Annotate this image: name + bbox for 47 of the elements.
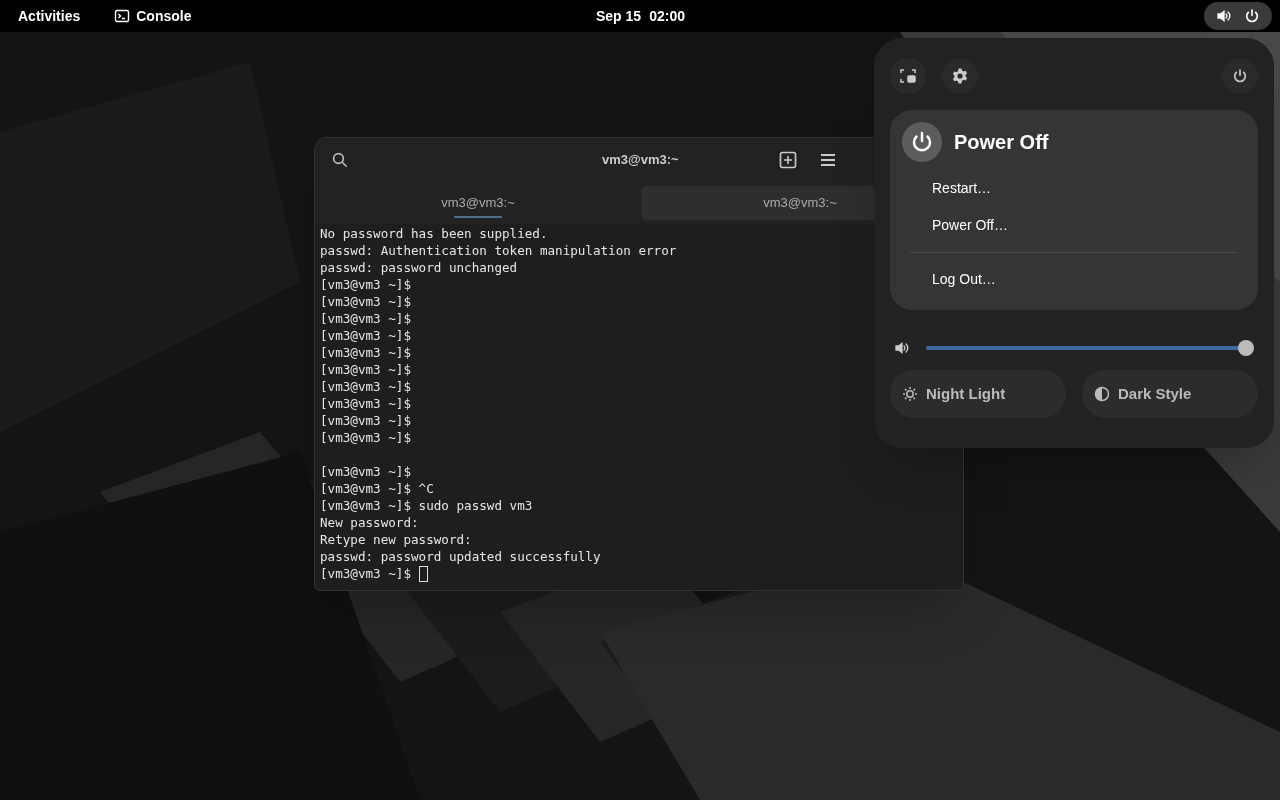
window-title: vm3@vm3:~ xyxy=(602,151,679,170)
terminal-line: [vm3@vm3 ~]$ xyxy=(320,379,411,394)
terminal-line: [vm3@vm3 ~]$ xyxy=(320,345,411,360)
activities-button[interactable]: Activities xyxy=(8,1,91,31)
terminal-line: Retype new password: xyxy=(320,532,472,547)
terminal-tab[interactable]: vm3@vm3:~ xyxy=(319,186,637,220)
volume-slider[interactable] xyxy=(926,340,1254,356)
app-menu-button[interactable]: Console xyxy=(110,1,196,31)
volume-icon xyxy=(894,340,910,356)
terminal-line: passwd: Authentication token manipulation error xyxy=(320,243,677,258)
quick-toggle[interactable]: Night Light xyxy=(890,370,1066,418)
terminal-icon xyxy=(114,8,131,24)
terminal-line: [vm3@vm3 ~]$ xyxy=(320,277,411,292)
terminal-line: passwd: password unchanged xyxy=(320,260,518,275)
terminal-line: [vm3@vm3 ~]$ xyxy=(320,565,411,582)
screenshot-icon xyxy=(900,68,916,84)
volume-icon xyxy=(1216,8,1232,24)
terminal-line: New password: xyxy=(320,515,419,530)
terminal-line: passwd: password updated successfully xyxy=(320,549,601,564)
terminal-line: [vm3@vm3 ~]$ xyxy=(320,464,411,479)
new-tab-icon[interactable] xyxy=(779,151,797,169)
power-icon xyxy=(1232,68,1248,84)
search-icon[interactable] xyxy=(331,151,349,169)
sun-icon xyxy=(902,386,918,402)
terminal-line: [vm3@vm3 ~]$ xyxy=(320,294,411,309)
terminal-line: No password has been supplied. xyxy=(320,226,548,241)
power-menu-item[interactable]: Log Out… xyxy=(902,261,1246,298)
contrast-icon xyxy=(1094,386,1110,402)
power-icon xyxy=(1244,8,1260,24)
system-menu-button[interactable] xyxy=(1204,2,1272,30)
clock-button[interactable]: Sep 15 02:00 xyxy=(588,1,693,31)
terminal-line: [vm3@vm3 ~]$ xyxy=(320,362,411,377)
menu-title: Power Off xyxy=(954,130,1049,155)
terminal-line: [vm3@vm3 ~]$ xyxy=(320,430,411,445)
menu-icon[interactable] xyxy=(819,151,837,169)
terminal-line: [vm3@vm3 ~]$ sudo passwd vm3 xyxy=(320,498,533,513)
power-icon xyxy=(910,130,934,154)
terminal-line: [vm3@vm3 ~]$ ^C xyxy=(320,481,434,496)
quick-toggle[interactable]: Dark Style xyxy=(1082,370,1258,418)
settings-icon xyxy=(951,67,969,85)
terminal-line: [vm3@vm3 ~]$ xyxy=(320,311,411,326)
terminal-line: [vm3@vm3 ~]$ xyxy=(320,328,411,343)
settings-button[interactable] xyxy=(942,58,978,94)
terminal-line: [vm3@vm3 ~]$ xyxy=(320,396,411,411)
power-button[interactable] xyxy=(1222,58,1258,94)
terminal-line: [vm3@vm3 ~]$ xyxy=(320,413,411,428)
screenshot-button[interactable] xyxy=(890,58,926,94)
